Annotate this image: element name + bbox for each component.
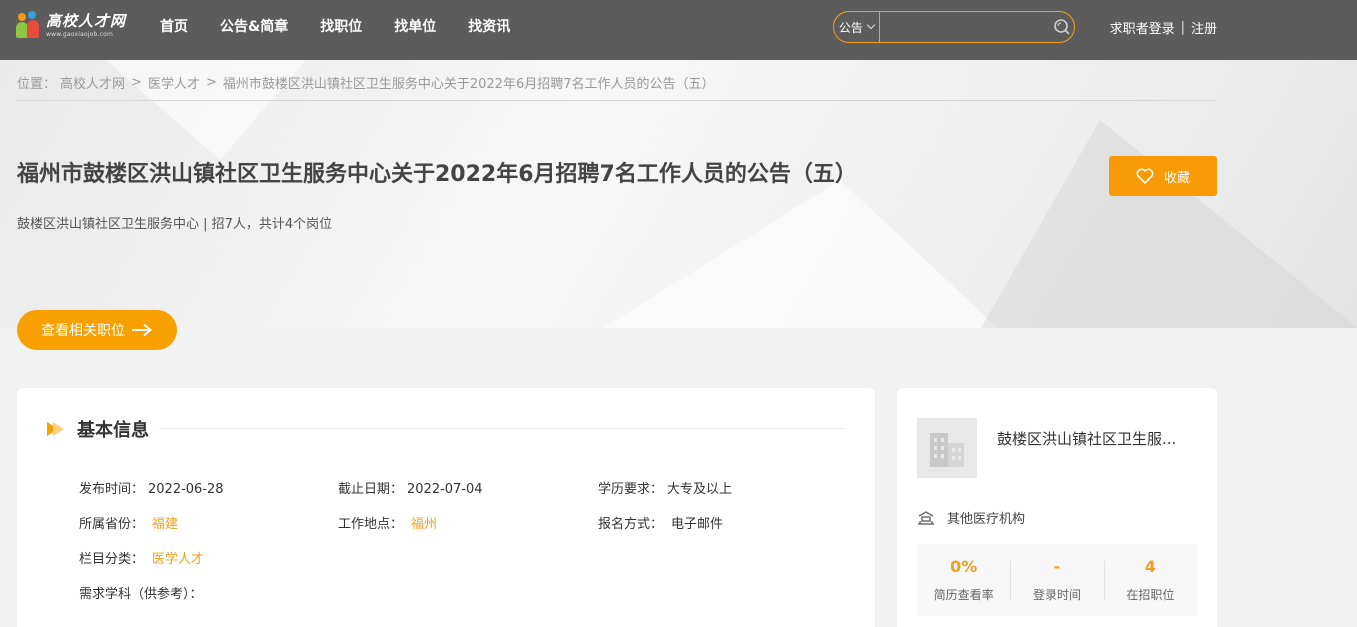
category-link[interactable]: 医学人才 [152,552,204,567]
top-nav-bar: 高校人才网 www.gaoxiaojob.com 首页 公告&简章 找职位 找单… [0,0,1357,60]
institution-icon [918,510,934,525]
job-subtitle: 鼓楼区洪山镇社区卫生服务中心 | 招7人，共计4个岗位 [17,217,333,232]
search-type-select[interactable]: 公告 [834,12,880,42]
breadcrumb-prefix: 位置： [17,77,57,92]
divider [159,428,845,429]
main-nav: 首页 公告&简章 找职位 找单位 找资讯 [160,0,542,52]
search-icon[interactable] [1051,12,1074,42]
login-link[interactable]: 求职者登录 [1110,18,1175,37]
section-title: 基本信息 [77,420,149,441]
company-logo[interactable] [917,418,977,478]
company-type: 其他医疗机构 [917,508,1025,527]
related-jobs-button[interactable]: 查看相关职位 [17,310,177,350]
search-bar: 公告 [833,11,1075,43]
column-category: 栏目分类： 医学人才 [79,552,205,567]
search-type-label: 公告 [838,20,863,35]
stat-open-positions: 4 在招职位 [1103,557,1197,603]
company-name[interactable]: 鼓楼区洪山镇社区卫生服... [997,428,1197,449]
nav-find-employers[interactable]: 找单位 [394,16,436,36]
logo-subtext: www.gaoxiaojob.com [46,31,114,38]
divider [17,100,1217,101]
breadcrumb-current: 福州市鼓楼区洪山镇社区卫生服务中心关于2022年6月招聘7名工作人员的公告（五） [222,77,715,92]
basic-info-card: 基本信息 发布时间： 2022-06-28 截止日期： 2022-07-04 学历要… [17,388,875,627]
related-jobs-label: 查看相关职位 [41,323,125,339]
apply-method: 报名方式： 电子邮件 [598,517,724,532]
building-icon [930,433,964,467]
deadline: 截止日期： 2022-07-04 [338,482,483,497]
publish-time: 发布时间： 2022-06-28 [79,482,224,497]
province-link[interactable]: 福建 [152,517,178,532]
breadcrumb-separator: > [205,75,217,90]
province: 所属省份： 福建 [79,517,179,532]
stat-resume-view-rate: 0% 简历查看率 [933,557,994,602]
search-input[interactable] [879,12,1051,42]
company-card: 鼓楼区洪山镇社区卫生服... 其他医疗机构 0% 简历查看率 - 登录时间 4 … [897,388,1217,627]
chevron-down-icon [866,20,876,30]
user-links: 求职者登录 | 注册 [1110,18,1217,37]
register-link[interactable]: 注册 [1191,18,1217,37]
separator: | [1180,20,1185,35]
page-title: 福州市鼓楼区洪山镇社区卫生服务中心关于2022年6月招聘7名工作人员的公告（五） [17,162,857,187]
arrow-right-icon [132,323,153,337]
nav-home[interactable]: 首页 [160,16,188,36]
education-requirement: 学历要求： 大专及以上 [598,482,733,497]
work-location: 工作地点： 福州 [338,517,438,532]
breadcrumb-separator: > [131,75,142,90]
heart-icon [1136,168,1154,184]
required-discipline: 需求学科（供参考）： [79,587,203,602]
stat-login-time: - 登录时间 [1010,557,1103,603]
favorite-button[interactable]: 收藏 [1109,156,1217,196]
breadcrumb-home[interactable]: 高校人才网 [60,73,125,92]
section-marker-icon [47,420,65,438]
breadcrumb-category[interactable]: 医学人才 [148,73,200,92]
location-link[interactable]: 福州 [411,517,437,532]
nav-announcements[interactable]: 公告&简章 [220,16,288,36]
favorite-label: 收藏 [1163,170,1190,186]
nav-find-jobs[interactable]: 找职位 [320,16,362,36]
nav-find-news[interactable]: 找资讯 [468,16,510,36]
company-stats: 0% 简历查看率 - 登录时间 4 在招职位 [917,544,1197,616]
site-logo[interactable]: 高校人才网 www.gaoxiaojob.com [16,10,128,42]
logo-icon [16,11,42,41]
breadcrumb: 位置： 高校人才网 > 医学人才 > 福州市鼓楼区洪山镇社区卫生服务中心关于20… [17,73,719,92]
logo-text: 高校人才网 [46,12,127,30]
company-type-label: 其他医疗机构 [947,512,1026,527]
